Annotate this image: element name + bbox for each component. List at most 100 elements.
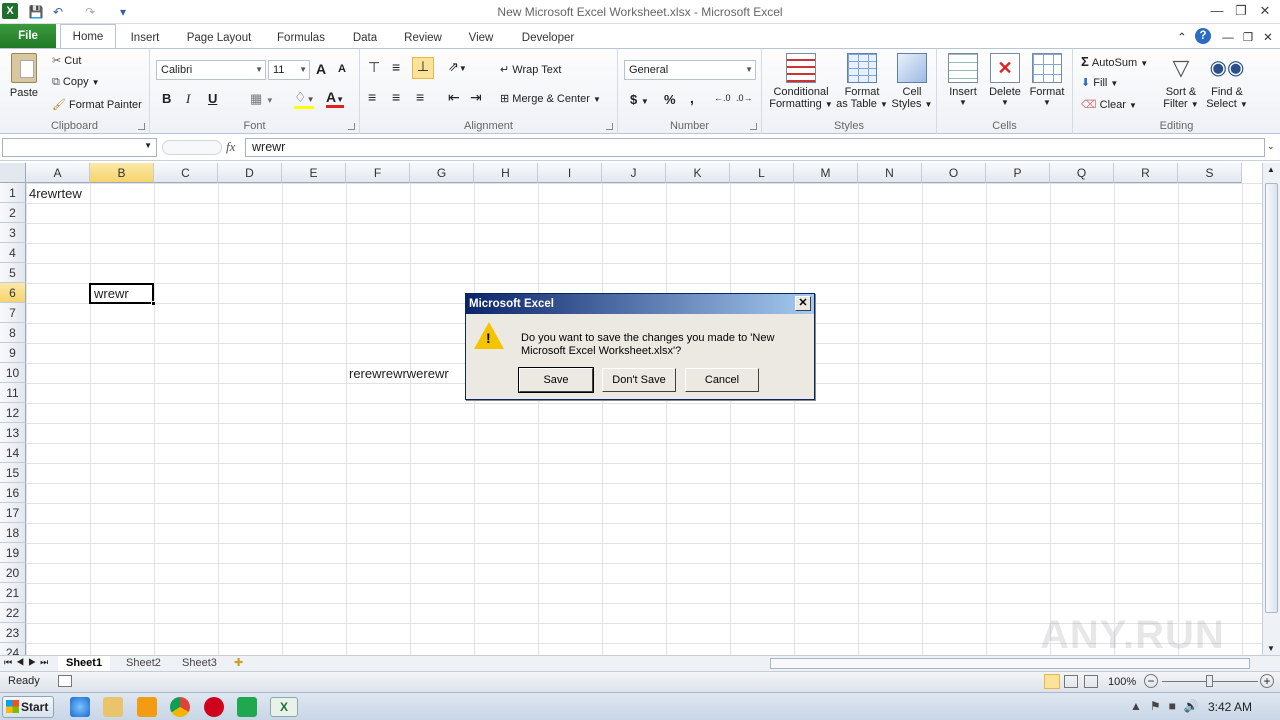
conditional-formatting-button[interactable]: Conditional Formatting ▼ — [768, 53, 834, 110]
column-header-o[interactable]: O — [922, 163, 986, 183]
row-header-13[interactable]: 13 — [0, 423, 26, 443]
increase-decimal-icon[interactable]: ←.0 — [714, 93, 731, 103]
macro-record-icon[interactable] — [58, 675, 72, 687]
row-header-23[interactable]: 23 — [0, 623, 26, 643]
align-right-icon[interactable]: ≡ — [416, 89, 424, 105]
tray-icons[interactable]: ▲⚑■🔊 — [1130, 699, 1207, 713]
font-launcher-icon[interactable] — [348, 123, 355, 130]
column-header-a[interactable]: A — [26, 163, 90, 183]
comma-button[interactable]: , — [690, 90, 694, 106]
column-header-e[interactable]: E — [282, 163, 346, 183]
ribbon-minimize-icon[interactable]: ⌃ — [1174, 28, 1190, 48]
autosum-button[interactable]: Σ AutoSum ▼ — [1081, 54, 1148, 69]
tab-review[interactable]: Review — [396, 28, 450, 48]
row-header-16[interactable]: 16 — [0, 483, 26, 503]
align-left-icon[interactable]: ≡ — [368, 89, 376, 105]
page-layout-view-icon[interactable] — [1064, 675, 1078, 688]
chrome-icon[interactable] — [170, 697, 190, 717]
zoom-out-icon[interactable]: − — [1144, 674, 1158, 688]
column-header-d[interactable]: D — [218, 163, 282, 183]
sheet-tab-1[interactable]: Sheet1 — [58, 656, 111, 672]
row-header-9[interactable]: 9 — [0, 343, 26, 363]
tab-home[interactable]: Home — [60, 24, 116, 49]
help-icon[interactable]: ? — [1195, 28, 1211, 44]
tab-page-layout[interactable]: Page Layout — [180, 28, 258, 48]
opera-icon[interactable] — [204, 697, 224, 717]
column-header-n[interactable]: N — [858, 163, 922, 183]
copy-button[interactable]: ⧉ Copy ▼ — [52, 76, 100, 89]
save-button[interactable]: Save — [518, 367, 594, 393]
zoom-thumb[interactable] — [1206, 675, 1213, 687]
row-header-18[interactable]: 18 — [0, 523, 26, 543]
column-header-h[interactable]: H — [474, 163, 538, 183]
merge-center-button[interactable]: ⊞ Merge & Center ▼ — [500, 92, 601, 105]
page-break-view-icon[interactable] — [1084, 675, 1098, 688]
insert-sheet-icon[interactable]: ✚ — [234, 656, 243, 669]
decrease-indent-icon[interactable]: ⇤ — [448, 89, 460, 106]
clear-button[interactable]: ⌫ Clear ▼ — [1081, 98, 1137, 111]
row-header-8[interactable]: 8 — [0, 323, 26, 343]
tab-insert[interactable]: Insert — [122, 28, 168, 48]
column-header-j[interactable]: J — [602, 163, 666, 183]
name-box[interactable]: ▼ — [2, 138, 157, 157]
column-header-r[interactable]: R — [1114, 163, 1178, 183]
font-size-select[interactable]: 11 ▼ — [268, 60, 310, 80]
start-button[interactable]: Start — [2, 696, 54, 718]
worksheet-grid[interactable]: ABCDEFGHIJKLMNOPQRS 1 2 3 4 5 6 7 8 9 10 11 12 13 14 1… — [0, 163, 1262, 655]
folder-icon[interactable] — [103, 697, 123, 717]
row-header-5[interactable]: 5 — [0, 263, 26, 283]
tab-formulas[interactable]: Formulas — [270, 28, 332, 48]
row-header-7[interactable]: 7 — [0, 303, 26, 323]
zoom-in-icon[interactable]: + — [1260, 674, 1274, 688]
vertical-scrollbar[interactable]: ▲ ▼ — [1262, 163, 1280, 655]
column-header-k[interactable]: K — [666, 163, 730, 183]
workbook-minimize-button[interactable]: — — [1220, 28, 1236, 48]
row-header-12[interactable]: 12 — [0, 403, 26, 423]
media-player-icon[interactable] — [137, 697, 157, 717]
currency-button[interactable]: $ ▼ — [630, 92, 649, 107]
workbook-close-button[interactable]: ✕ — [1260, 28, 1276, 48]
tab-file[interactable]: File — [0, 24, 56, 48]
column-header-s[interactable]: S — [1178, 163, 1242, 183]
row-header-6[interactable]: 6 — [0, 283, 26, 303]
excel-taskbar-icon[interactable]: X — [270, 697, 298, 717]
fill-color-icon[interactable]: ♢▼ — [294, 89, 315, 109]
fill-button[interactable]: ⬇ Fill ▼ — [1081, 76, 1118, 89]
dont-save-button[interactable]: Don't Save — [602, 368, 676, 392]
row-header-20[interactable]: 20 — [0, 563, 26, 583]
orientation-icon[interactable]: ⇗▼ — [448, 59, 467, 75]
formula-bar-divider[interactable] — [162, 140, 222, 155]
green-app-icon[interactable] — [237, 697, 257, 717]
row-header-24[interactable]: 24 — [0, 643, 26, 655]
column-header-i[interactable]: I — [538, 163, 602, 183]
cell-B6[interactable]: wrewr — [89, 283, 154, 304]
scroll-down-icon[interactable]: ▼ — [1267, 644, 1275, 653]
format-as-table-button[interactable]: Format as Table ▼ — [836, 53, 888, 110]
sheet-tab-3[interactable]: Sheet3 — [174, 656, 225, 672]
alignment-launcher-icon[interactable] — [606, 123, 613, 130]
wrap-text-button[interactable]: ↵ Wrap Text — [500, 63, 561, 76]
clock[interactable]: 3:42 AM — [1208, 700, 1252, 714]
borders-icon[interactable]: ▦ ▼ — [250, 91, 274, 107]
row-header-4[interactable]: 4 — [0, 243, 26, 263]
workbook-restore-button[interactable]: ❐ — [1240, 28, 1256, 48]
percent-button[interactable]: % — [664, 92, 676, 107]
sort-filter-button[interactable]: ▽ Sort & Filter ▼ — [1159, 53, 1203, 110]
find-select-button[interactable]: ◉◉ Find & Select ▼ — [1205, 53, 1249, 110]
decrease-decimal-icon[interactable]: .0→ — [736, 93, 753, 103]
row-header-2[interactable]: 2 — [0, 203, 26, 223]
align-center-icon[interactable]: ≡ — [392, 89, 400, 105]
row-header-21[interactable]: 21 — [0, 583, 26, 603]
font-name-select[interactable]: Calibri ▼ — [156, 60, 266, 80]
ie-icon[interactable] — [70, 697, 90, 717]
italic-button[interactable]: I — [186, 91, 190, 107]
grow-font-button[interactable]: A — [316, 61, 326, 77]
column-header-p[interactable]: P — [986, 163, 1050, 183]
column-header-l[interactable]: L — [730, 163, 794, 183]
dialog-close-button[interactable]: ✕ — [795, 296, 811, 311]
scroll-thumb[interactable] — [1265, 183, 1278, 613]
row-header-3[interactable]: 3 — [0, 223, 26, 243]
scroll-up-icon[interactable]: ▲ — [1267, 165, 1275, 174]
cell-styles-button[interactable]: Cell Styles ▼ — [890, 53, 934, 110]
column-header-b[interactable]: B — [90, 163, 154, 183]
